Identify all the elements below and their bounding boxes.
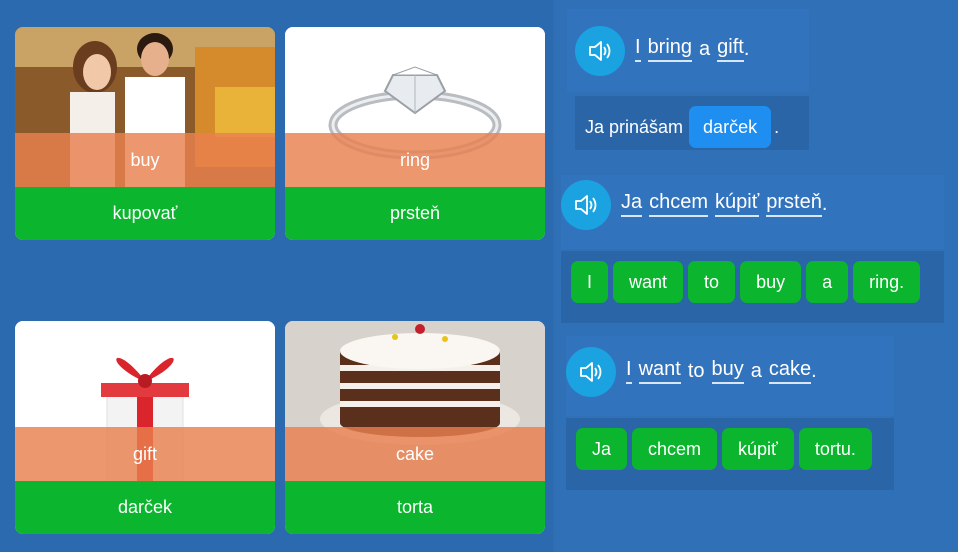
answer-suffix: . [774,116,780,137]
word-chip[interactable]: a [806,261,849,303]
card-slovak-word: torta [285,481,545,534]
answer-prefix: Ja prinášam [585,116,684,137]
prompt-word: a [699,37,711,60]
flashcard-cake[interactable]: cake torta [285,321,545,534]
sentence2-word-chips: I want to buy a ring. [571,261,925,303]
prompt-word[interactable]: prsteň [766,191,822,217]
prompt-punctuation: . [811,359,817,382]
speaker-icon [580,362,602,382]
word-chip[interactable]: kúpiť [722,428,794,470]
flashcard-buy[interactable]: buy kupovať [15,27,275,240]
prompt-punctuation: . [821,192,828,215]
word-chip[interactable]: chcem [632,428,718,470]
prompt-word: to [687,359,705,382]
prompt-word[interactable]: want [638,358,681,384]
sentence2-prompt: Ja chcem kúpiť prsteň. [621,191,827,217]
word-chip[interactable]: tortu. [798,428,872,470]
word-chip[interactable]: buy [740,261,802,303]
prompt-word[interactable]: Ja [621,191,643,217]
flashcard-gift[interactable]: gift darček [15,321,275,534]
prompt-punctuation: . [743,37,750,60]
prompt-word: a [750,359,762,382]
card-english-word: cake [285,427,545,481]
prompt-word[interactable]: chcem [649,191,709,217]
speaker-icon [575,195,597,215]
speaker-button[interactable] [561,180,611,230]
prompt-word[interactable]: gift [717,36,744,62]
prompt-word[interactable]: bring [647,36,693,62]
word-chip[interactable]: Ja [576,428,628,470]
prompt-word[interactable]: cake [768,358,812,384]
card-slovak-word: darček [15,481,275,534]
prompt-word[interactable]: buy [711,358,744,384]
card-slovak-word: kupovať [15,187,275,240]
word-chip[interactable]: want [613,261,684,303]
word-chip[interactable]: to [688,261,736,303]
card-english-word: ring [285,133,545,187]
sentence1-answer: Ja prinášam darček . [585,106,779,148]
sentence3-word-chips: Ja chcem kúpiť tortu. [576,428,877,470]
prompt-word[interactable]: kúpiť [715,191,760,217]
speaker-icon [589,41,611,61]
flashcard-ring[interactable]: ring prsteň [285,27,545,240]
answer-chip[interactable]: darček [689,106,772,148]
speaker-button[interactable] [566,347,616,397]
prompt-word[interactable]: I [626,358,632,384]
card-slovak-word: prsteň [285,187,545,240]
word-chip[interactable]: ring. [853,261,921,303]
sentence1-prompt: I bring a gift. [635,36,749,62]
speaker-button[interactable] [575,26,625,76]
card-english-word: gift [15,427,275,481]
prompt-word[interactable]: I [635,36,641,62]
sentence3-prompt: I want to buy a cake. [626,358,817,384]
word-chip[interactable]: I [571,261,609,303]
card-english-word: buy [15,133,275,187]
